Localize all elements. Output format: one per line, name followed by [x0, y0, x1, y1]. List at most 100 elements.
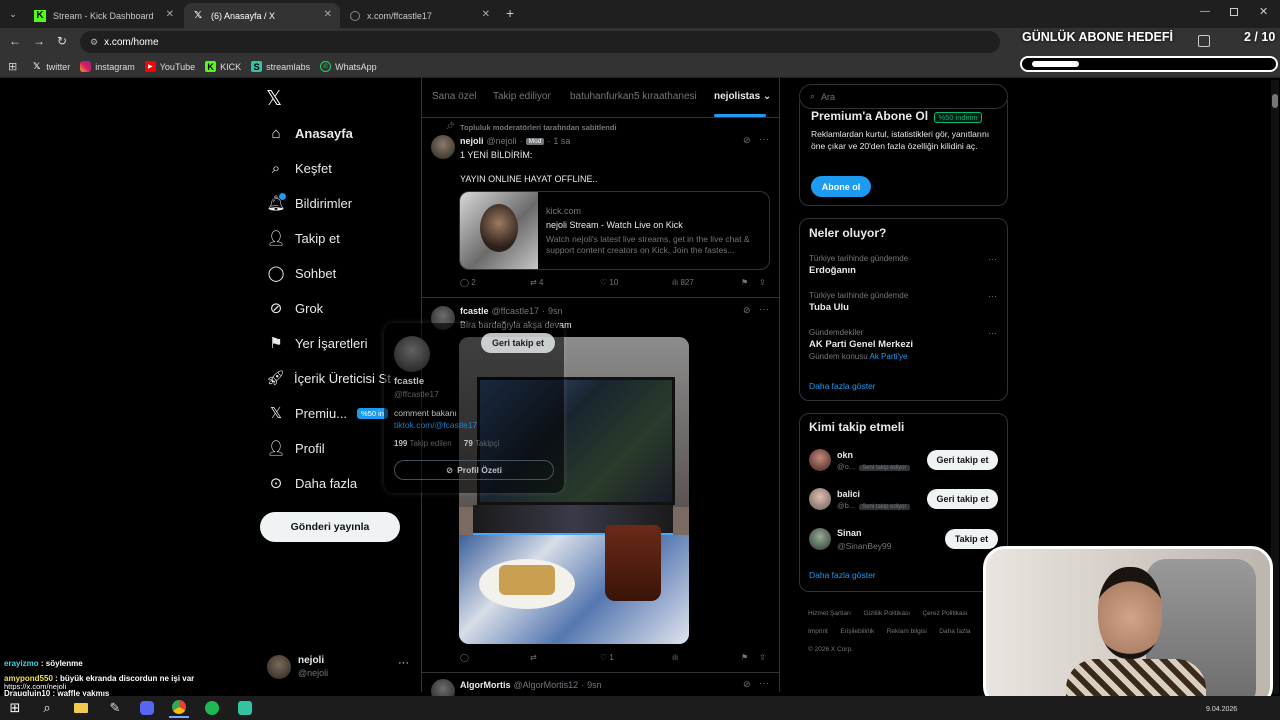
bookmark-icon[interactable]: ⚑ [741, 278, 748, 287]
author-handle[interactable]: @AlgorMortis12 [514, 680, 579, 690]
new-tab-plus-icon[interactable]: + [506, 5, 514, 21]
nav-creator-studio[interactable]: 🚀︎ İçerik Üreticisi St... [266, 366, 391, 390]
tab-close-icon[interactable]: ✕ [166, 9, 174, 20]
bookmark-streamlabs[interactable]: Sstreamlabs [251, 61, 310, 72]
site-settings-icon[interactable]: ⚙ [90, 37, 98, 48]
tab-nejolistas[interactable]: nejolistas ⌄ [714, 91, 771, 102]
nav-notifications[interactable]: 🔔︎ Bildirimler [266, 191, 352, 215]
repost-button[interactable]: ⇄ 4 [530, 278, 543, 287]
post-more-icon[interactable]: ··· [759, 134, 769, 145]
bookmark-whatsapp[interactable]: ✆ WhatsApp [320, 61, 377, 72]
search-icon[interactable]: ⌕ [37, 698, 57, 718]
hover-card-name[interactable]: fcastle [394, 376, 424, 387]
author-handle[interactable]: @ffcastle17 [492, 306, 540, 316]
trend-more-icon[interactable]: ··· [988, 328, 997, 338]
file-explorer-icon[interactable] [71, 698, 91, 718]
apps-grid-icon[interactable]: ⊞ [8, 60, 17, 73]
nav-profile[interactable]: 👤︎ Profil [266, 436, 324, 460]
nav-chat[interactable]: ◯ Sohbet [266, 261, 337, 285]
spotify-icon[interactable] [202, 698, 222, 718]
user-avatar[interactable] [809, 488, 831, 510]
minimize-icon[interactable]: — [1200, 6, 1210, 17]
post-time[interactable]: 9sn [548, 306, 563, 316]
profile-summary-button[interactable]: ⊘ Profil Özeti [394, 460, 554, 480]
hover-card-link[interactable]: tiktok.com/@fcastle17 [394, 420, 477, 430]
author-name[interactable]: AlgorMortis [460, 680, 511, 690]
views-icon[interactable]: ılı [672, 653, 678, 662]
footer-link[interactable]: Imprint [808, 628, 828, 635]
repost-icon[interactable]: ⇄ [530, 653, 537, 662]
post-time[interactable]: 1 sa [553, 136, 570, 146]
grok-icon[interactable]: ⊘ [743, 135, 751, 146]
streamlabs-icon[interactable] [235, 698, 255, 718]
follow-back-button[interactable]: Geri takip et [481, 333, 555, 353]
views-button[interactable]: ılı 827 [672, 278, 694, 287]
scrollbar-thumb[interactable] [1272, 94, 1278, 108]
x-logo-icon[interactable]: 𝕏 [266, 86, 282, 111]
nav-more[interactable]: ⊙ Daha fazla [266, 471, 357, 495]
share-icon[interactable]: ⇪ [759, 278, 766, 287]
trend-extra-link[interactable]: Ak Parti'ye [869, 352, 907, 361]
app-icon[interactable]: ✎ [105, 698, 125, 718]
tab-profile-page[interactable]: x.com/ffcastle17 ✕ [342, 3, 498, 28]
tab-close-icon[interactable]: ✕ [482, 9, 490, 20]
post-time[interactable]: 9sn [587, 680, 602, 690]
like-button[interactable]: ♡ 10 [600, 278, 618, 287]
tab-kick-dashboard[interactable]: K Stream - Kick Dashboard ✕ [26, 3, 182, 28]
reload-icon[interactable]: ↻ [57, 34, 67, 48]
follow-user-name[interactable]: Sinan [837, 528, 862, 538]
trend-more-icon[interactable]: ··· [988, 291, 997, 301]
post-more-icon[interactable]: ··· [759, 678, 769, 689]
bookmark-kick[interactable]: K KICK [205, 61, 241, 72]
chrome-icon[interactable] [169, 698, 189, 718]
follow-button[interactable]: Takip et [945, 529, 998, 549]
bookmark-instagram[interactable]: instagram [80, 61, 135, 72]
tab-for-you[interactable]: Sana özel [432, 91, 476, 102]
windows-start-icon[interactable]: ⊞ [5, 698, 25, 718]
like-button[interactable]: ♡ 1 [600, 653, 614, 662]
nav-bookmarks[interactable]: ⚑ Yer İşaretleri [266, 331, 367, 355]
post-button[interactable]: Gönderi yayınla [260, 512, 400, 542]
taskbar-date[interactable]: 9.04.2026 [1206, 706, 1237, 713]
nav-follow[interactable]: 👤︎ Takip et [266, 226, 339, 250]
trend-item[interactable]: Türkiye tarihinde gündemde Tuba Ulu ··· [809, 291, 999, 313]
user-avatar[interactable] [809, 528, 831, 550]
who-to-follow-show-more[interactable]: Daha fazla göster [809, 570, 876, 580]
footer-link[interactable]: Çerez Politikası [922, 610, 967, 617]
trends-show-more[interactable]: Daha fazla göster [809, 381, 876, 391]
author-name[interactable]: nejoli [460, 136, 484, 146]
footer-link[interactable]: Gizlilik Politikası [863, 610, 910, 617]
trend-item[interactable]: Türkiye tarihinde gündemde Erdoğanın ··· [809, 254, 999, 276]
reply-button[interactable]: ◯ 2 [460, 278, 476, 287]
tab-following[interactable]: Takip ediliyor [493, 91, 551, 102]
author-name[interactable]: fcastle [460, 306, 489, 316]
followers-count[interactable]: 79 [464, 439, 473, 448]
window-close-icon[interactable]: ✕ [1259, 5, 1268, 18]
trend-item[interactable]: Gündemdekiler AK Parti Genel Merkezi Gün… [809, 328, 999, 361]
footer-link[interactable]: Hizmet Şartları [808, 610, 851, 617]
back-arrow-icon[interactable]: ← [9, 34, 21, 48]
nav-premium[interactable]: 𝕏 Premiu... %50 in [266, 401, 388, 425]
nav-explore[interactable]: ⌕ Keşfet [266, 156, 332, 180]
footer-link[interactable]: Erişilebilirlik [840, 628, 874, 635]
grok-icon[interactable]: ⊘ [743, 305, 751, 316]
share-icon[interactable]: ⇪ [759, 653, 766, 662]
grok-icon[interactable]: ⊘ [743, 679, 751, 690]
extensions-icon[interactable] [1198, 35, 1210, 47]
post-avatar[interactable] [431, 135, 455, 159]
subscribe-button[interactable]: Abone ol [811, 176, 871, 197]
account-more-icon[interactable]: ··· [398, 657, 409, 669]
hover-card-avatar[interactable] [394, 336, 430, 372]
bookmark-youtube[interactable]: ▶ YouTube [144, 61, 195, 72]
tab-community[interactable]: batuhanfurkan5 kıraathanesi [570, 91, 697, 102]
post-more-icon[interactable]: ··· [759, 304, 769, 315]
bookmark-icon[interactable]: ⚑ [741, 653, 748, 662]
follow-back-button[interactable]: Geri takip et [927, 450, 998, 470]
tab-x-home[interactable]: 𝕏 (6) Anasayfa / X ✕ [184, 3, 340, 28]
link-card[interactable]: kick.com nejoli Stream - Watch Live on K… [459, 191, 770, 270]
forward-arrow-icon[interactable]: → [33, 34, 45, 48]
tab-close-icon[interactable]: ✕ [324, 9, 332, 20]
restore-icon[interactable] [1230, 8, 1238, 16]
following-count[interactable]: 199 [394, 439, 407, 448]
follow-user-name[interactable]: okn [837, 450, 853, 460]
